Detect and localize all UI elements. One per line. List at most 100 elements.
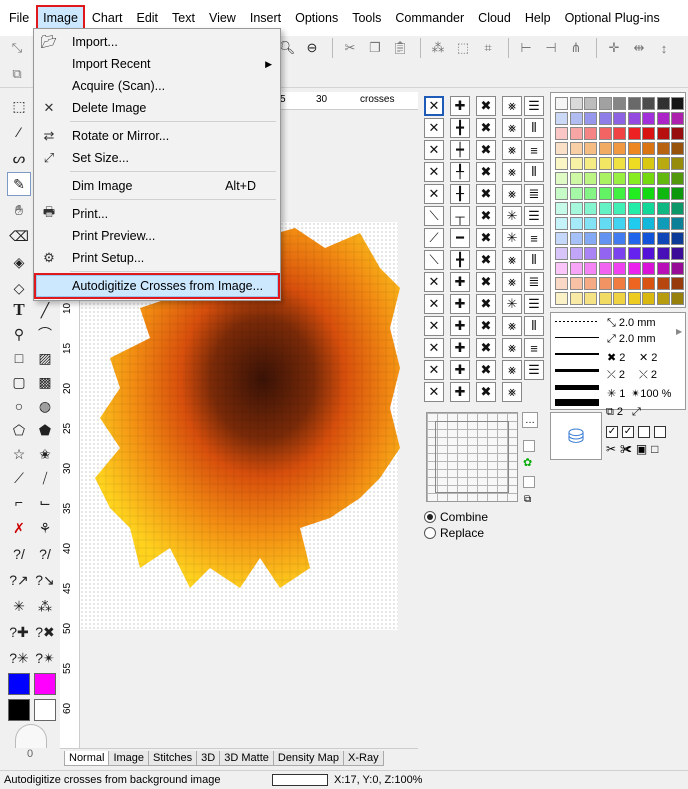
pattern-option-checkbox-2[interactable]: [523, 476, 535, 488]
zoom-dial[interactable]: [15, 724, 47, 748]
end-lines-icon[interactable]: ≡: [524, 338, 544, 358]
palette-color-cell[interactable]: [584, 112, 597, 125]
palette-color-cell[interactable]: [656, 217, 670, 230]
palette-color-cell[interactable]: [642, 247, 655, 260]
palette-color-cell[interactable]: [569, 247, 583, 260]
palette-color-cell[interactable]: [656, 202, 670, 215]
auto-line-icon[interactable]: ?↘: [33, 568, 57, 592]
palette-color-cell[interactable]: [642, 112, 655, 125]
smudge-icon[interactable]: ✋︎: [7, 198, 31, 222]
palette-color-cell[interactable]: [627, 142, 641, 155]
horizontal-lines-icon[interactable]: ☰: [524, 96, 544, 116]
full-cross-stitch-icon[interactable]: ✕: [424, 96, 444, 116]
palette-color-cell[interactable]: [569, 112, 583, 125]
scissors-cross-icon[interactable]: ✀: [620, 442, 632, 457]
lattice-stitch-icon[interactable]: ⨳: [502, 96, 522, 116]
palette-color-cell[interactable]: [555, 142, 568, 155]
width-setting-2[interactable]: ⤢ 2.0 mm: [607, 333, 656, 346]
menu-cloud[interactable]: Cloud: [471, 5, 518, 31]
plus-variant-icon[interactable]: ╋: [450, 118, 470, 138]
palette-color-cell[interactable]: [584, 232, 597, 245]
palette-color-cell[interactable]: [569, 127, 583, 140]
three-quarter-lattice-icon[interactable]: ⨳: [502, 184, 522, 204]
palette-color-cell[interactable]: [627, 187, 641, 200]
combine-option[interactable]: Combine: [424, 510, 488, 524]
option-checkbox[interactable]: [654, 426, 666, 438]
palette-color-cell[interactable]: [671, 157, 684, 170]
menu-item-print-setup[interactable]: ⚙ Print Setup...: [34, 247, 280, 269]
line-style-thick[interactable]: [555, 369, 599, 372]
three-quarter-plus-icon[interactable]: ╂: [450, 184, 470, 204]
palette-color-cell[interactable]: [598, 277, 612, 290]
star-variant-icon[interactable]: ✳: [502, 228, 522, 248]
palette-color-cell[interactable]: [555, 127, 568, 140]
palette-color-cell[interactable]: [671, 262, 684, 275]
palette-color-cell[interactable]: [598, 127, 612, 140]
palette-color-cell[interactable]: [555, 232, 568, 245]
palette-color-cell[interactable]: [613, 142, 626, 155]
ellipse-tool-icon[interactable]: ○: [7, 394, 31, 418]
pattern-option-checkbox[interactable]: [523, 440, 535, 452]
quarter-plus-icon[interactable]: ╀: [450, 162, 470, 182]
palette-color-cell[interactable]: [584, 202, 597, 215]
x-stitch-icon[interactable]: ✖: [476, 206, 496, 226]
secondary-color-swatch[interactable]: [34, 673, 56, 695]
slanted-lattice-icon[interactable]: ⨳: [502, 250, 522, 270]
palette-color-cell[interactable]: [584, 142, 597, 155]
palette-color-cell[interactable]: [613, 202, 626, 215]
auto-sparkle-filled-icon[interactable]: ?✴: [33, 646, 57, 670]
tab-3d-matte[interactable]: 3D Matte: [219, 751, 274, 766]
menu-item-set-size[interactable]: ⤢ Set Size...: [34, 147, 280, 169]
replace-color-icon[interactable]: ◇: [7, 276, 31, 300]
palette-color-cell[interactable]: [656, 187, 670, 200]
palette-color-cell[interactable]: [569, 172, 583, 185]
wide-lines-icon[interactable]: ☰: [524, 206, 544, 226]
palette-color-cell[interactable]: [642, 157, 655, 170]
option-checkbox[interactable]: ✓: [606, 426, 618, 438]
palette-color-cell[interactable]: [613, 97, 626, 110]
palette-color-cell[interactable]: [613, 187, 626, 200]
palette-color-cell[interactable]: [642, 277, 655, 290]
palette-color-cell[interactable]: [569, 187, 583, 200]
stair-line-icon[interactable]: ⌐: [7, 490, 31, 514]
palette-color-cell[interactable]: [555, 247, 568, 260]
cross-bar-icon[interactable]: ✕: [424, 272, 444, 292]
line-style-extra-heavy[interactable]: [555, 399, 599, 406]
palette-color-cell[interactable]: [642, 127, 655, 140]
marquee-icon[interactable]: ⬚: [452, 37, 474, 59]
star-count[interactable]: ✳ 1: [607, 387, 625, 400]
layer-count[interactable]: ⧉ 2: [606, 406, 623, 419]
auto-sparkle-icon[interactable]: ?✳: [7, 646, 31, 670]
palette-color-cell[interactable]: [627, 262, 641, 275]
line-style-medium[interactable]: [555, 353, 599, 355]
palette-color-cell[interactable]: [671, 187, 684, 200]
short-vertical-lines-icon[interactable]: ⦀: [524, 162, 544, 182]
corner-lines-icon[interactable]: ⦀: [524, 316, 544, 336]
filled-rectangle-icon[interactable]: ▨: [33, 346, 57, 370]
text-tool-icon[interactable]: T: [7, 298, 31, 322]
menu-item-delete-image[interactable]: ✕ Delete Image: [34, 97, 280, 119]
quarter-double-icon[interactable]: ✖: [476, 162, 496, 182]
black-color-swatch[interactable]: [8, 699, 30, 721]
last-double-icon[interactable]: ✖: [476, 382, 496, 402]
plus-stitch-icon[interactable]: ✚: [450, 96, 470, 116]
cross-variant-icon[interactable]: ✕: [424, 118, 444, 138]
palette-color-cell[interactable]: [642, 142, 655, 155]
zoom-out-icon[interactable]: ⊖: [301, 37, 323, 59]
palette-color-cell[interactable]: [569, 232, 583, 245]
menu-file[interactable]: File: [2, 5, 36, 31]
lasso-icon[interactable]: ᔕ: [7, 146, 31, 170]
zoom-tool-icon[interactable]: ⤡: [6, 37, 28, 59]
menu-item-rotate-mirror[interactable]: ⇄ Rotate or Mirror...: [34, 125, 280, 147]
empty-square-icon[interactable]: □: [651, 442, 658, 457]
short-lines-icon[interactable]: ≡: [524, 140, 544, 160]
palette-color-cell[interactable]: [656, 112, 670, 125]
copy-icon[interactable]: ❐: [364, 37, 386, 59]
palette-color-cell[interactable]: [555, 292, 568, 305]
palette-color-cell[interactable]: [671, 202, 684, 215]
option-checkbox[interactable]: ✓: [622, 426, 634, 438]
vertical-center-icon[interactable]: ↕: [653, 37, 675, 59]
end-stitch-icon[interactable]: ✕: [424, 338, 444, 358]
tail-lines-icon[interactable]: ☰: [524, 360, 544, 380]
half-plus-stitch-icon[interactable]: ┿: [450, 140, 470, 160]
